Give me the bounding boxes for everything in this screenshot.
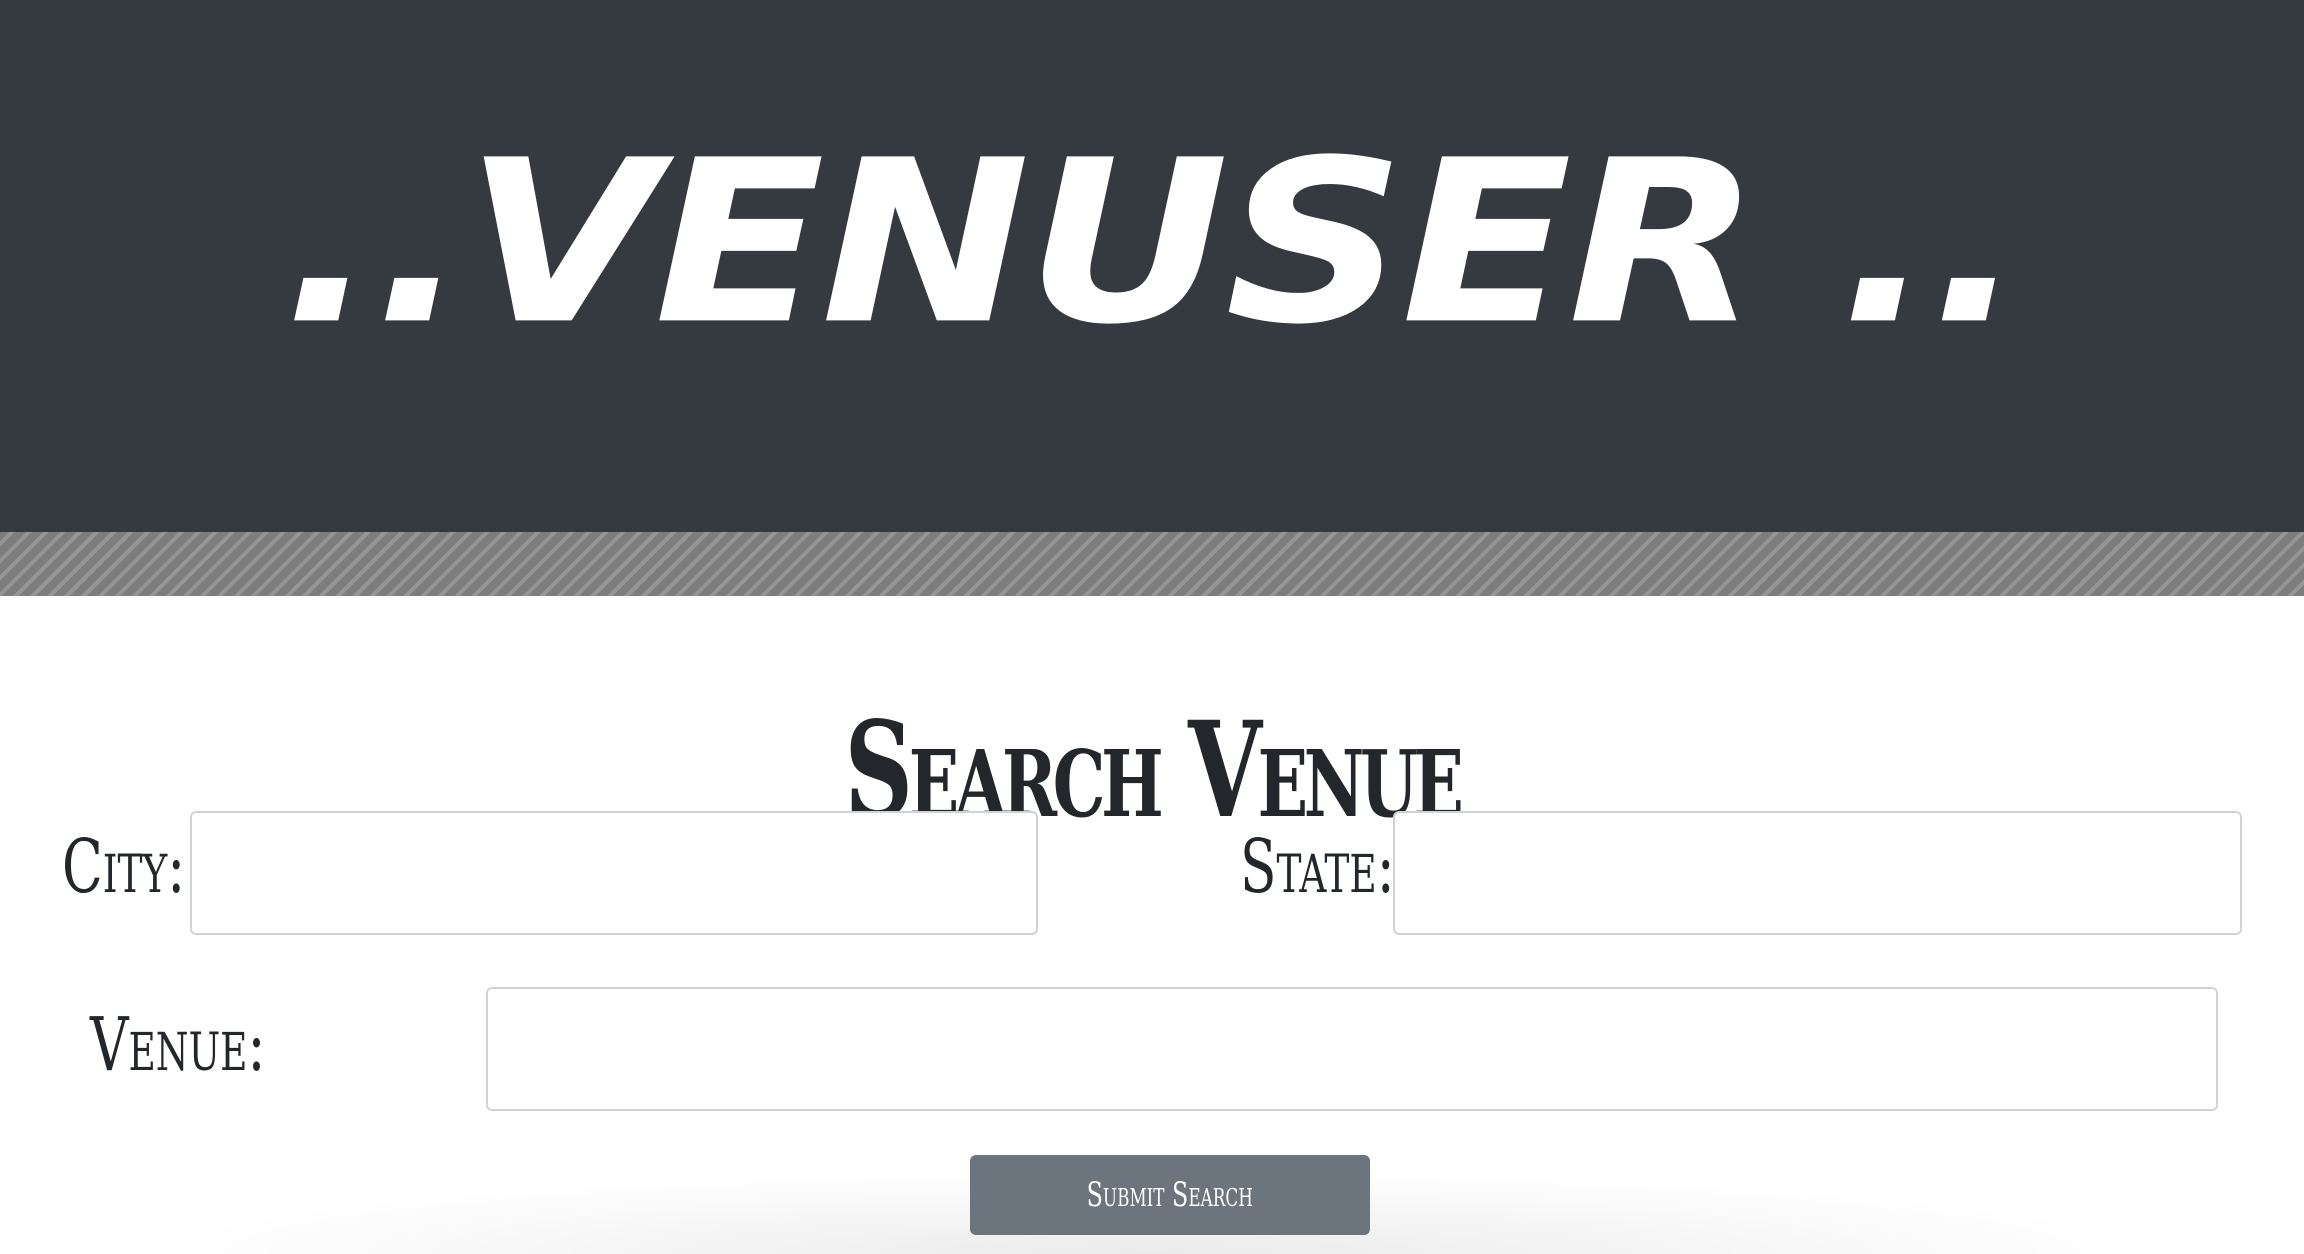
venue-label: Venue: <box>90 1002 266 1088</box>
venue-input[interactable] <box>486 987 2218 1111</box>
submit-search-button[interactable]: Submit Search <box>970 1155 1370 1235</box>
site-logo[interactable]: ..VENUSER .. <box>0 0 2304 532</box>
submit-search-label: Submit Search <box>1086 1175 1254 1215</box>
site-logo-text: ..VENUSER .. <box>283 112 2022 374</box>
state-input[interactable] <box>1393 811 2242 935</box>
page: ..VENUSER .. Search Venue City: State: V… <box>0 0 2304 1254</box>
site-header: ..VENUSER .. <box>0 0 2304 532</box>
city-label: City: <box>62 824 186 910</box>
decorative-stripe-divider <box>0 532 2304 596</box>
city-input[interactable] <box>190 811 1038 935</box>
state-label: State: <box>1240 824 1395 910</box>
